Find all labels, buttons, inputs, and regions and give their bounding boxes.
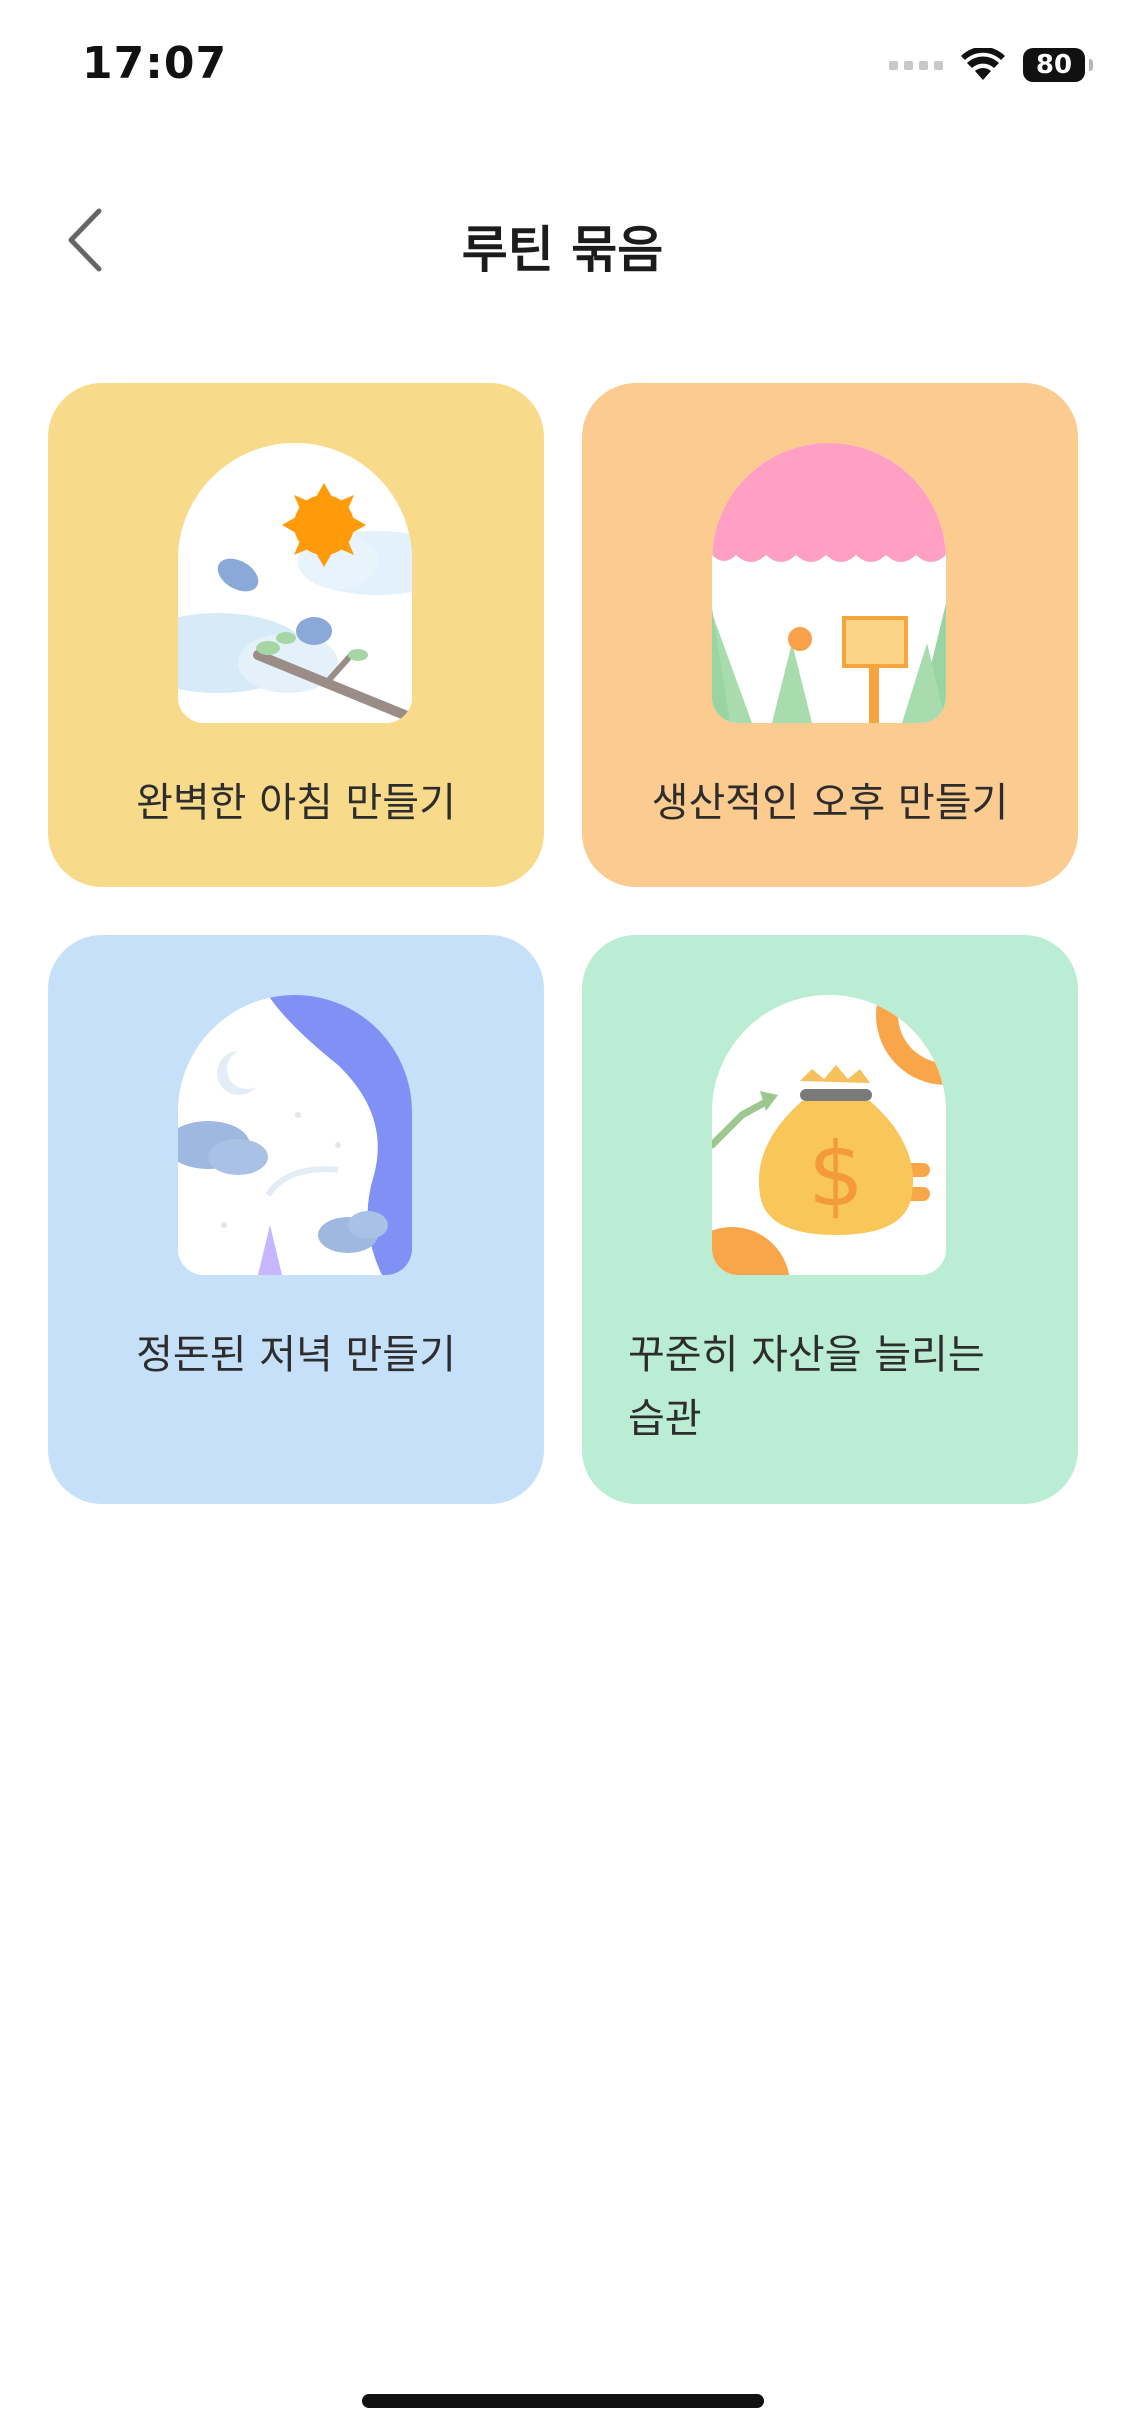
- nav-bar: 루틴 묶음: [0, 180, 1125, 300]
- battery-icon: 80: [1023, 48, 1093, 82]
- status-bar: 17:07 80: [0, 0, 1125, 140]
- routine-card-evening[interactable]: 정돈된 저녁 만들기: [48, 935, 544, 1504]
- routine-card-afternoon[interactable]: 생산적인 오후 만들기: [582, 383, 1078, 887]
- routine-card-label: 생산적인 오후 만들기: [651, 780, 1009, 826]
- money-bag-icon: $: [712, 995, 946, 1275]
- evening-icon: [178, 995, 412, 1275]
- routine-card-label: 꾸준히 자산을 늘리는 습관: [628, 1332, 985, 1442]
- wifi-icon: [961, 48, 1005, 80]
- routine-card-label: 정돈된 저녁 만들기: [136, 1332, 456, 1378]
- status-time: 17:07: [82, 38, 228, 89]
- routine-card-savings[interactable]: $ 꾸준히 자산을 늘리는 습관: [582, 935, 1078, 1504]
- cellular-signal-icon: [889, 60, 943, 70]
- routine-card-morning[interactable]: 완벽한 아침 만들기: [48, 383, 544, 887]
- page-title: 루틴 묶음: [461, 221, 664, 279]
- afternoon-icon: [712, 443, 946, 723]
- home-indicator[interactable]: [362, 2394, 764, 2408]
- routine-card-label: 완벽한 아침 만들기: [136, 780, 456, 826]
- status-icons: 80: [889, 48, 1093, 82]
- morning-icon: [178, 443, 412, 723]
- svg-text:$: $: [808, 1123, 864, 1226]
